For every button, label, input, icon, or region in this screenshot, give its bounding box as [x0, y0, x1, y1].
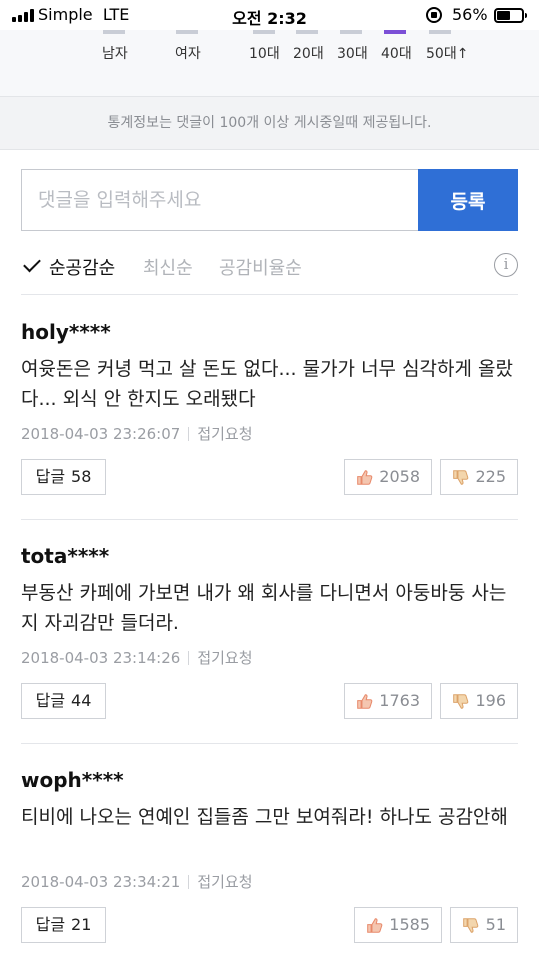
fold-request-link[interactable]: 접기요청 — [197, 425, 252, 443]
fold-request-link[interactable]: 접기요청 — [197, 649, 252, 667]
divider — [21, 294, 518, 295]
stat-label-10s: 10대 — [249, 46, 280, 62]
comment-author: woph**** — [21, 768, 124, 792]
reply-button[interactable]: 답글 44 — [21, 683, 106, 719]
reply-count: 44 — [71, 691, 92, 710]
like-button[interactable]: 2058 — [344, 459, 432, 495]
stat-label-female: 여자 — [175, 46, 201, 62]
reply-count: 21 — [71, 915, 92, 934]
comment-input[interactable] — [21, 169, 418, 231]
like-button[interactable]: 1763 — [344, 683, 432, 719]
reply-label: 답글 — [35, 467, 66, 486]
battery-icon — [494, 8, 527, 23]
like-count: 1763 — [379, 691, 420, 710]
dislike-button[interactable]: 225 — [440, 459, 518, 495]
comment-date: 2018-04-03 23:34:21 — [21, 873, 181, 891]
dislike-count: 225 — [475, 467, 506, 486]
thumbs-up-icon — [357, 694, 373, 709]
reply-label: 답글 — [35, 691, 66, 710]
reply-label: 답글 — [35, 915, 66, 934]
comment-meta: 2018-04-03 23:26:07 접기요청 — [21, 423, 253, 444]
stats-notice: 통계정보는 댓글이 100개 이상 게시중일때 제공됩니다. — [0, 96, 539, 150]
stat-label-50s: 50대↑ — [426, 46, 469, 62]
comment-text: 여윳돈은 커녕 먹고 살 돈도 없다... 물가가 너무 심각하게 올랐다...… — [21, 358, 513, 410]
battery-percent: 56% — [452, 5, 488, 24]
comment-text: 티비에 나오는 연예인 집들좀 그만 보여줘라! 하나도 공감안해 — [21, 806, 508, 828]
dislike-count: 196 — [475, 691, 506, 710]
thumbs-down-icon — [463, 918, 479, 933]
stat-label-male: 남자 — [102, 46, 128, 62]
stats-bars — [0, 30, 539, 34]
comment-text: 부동산 카페에 가보면 내가 왜 회사를 다니면서 아둥바둥 사는지 자괴감만 … — [21, 582, 507, 634]
check-icon — [23, 254, 41, 273]
comment-date: 2018-04-03 23:26:07 — [21, 425, 181, 443]
thumbs-up-icon — [367, 918, 383, 933]
reply-count: 58 — [71, 467, 92, 486]
like-button[interactable]: 1585 — [354, 907, 442, 943]
comment-item: woph**** 티비에 나오는 연예인 집들좀 그만 보여줘라! 하나도 공감… — [21, 744, 518, 968]
fold-request-link[interactable]: 접기요청 — [197, 873, 252, 891]
submit-button[interactable]: 등록 — [418, 169, 518, 231]
comment-meta: 2018-04-03 23:14:26 접기요청 — [21, 647, 253, 668]
reply-button[interactable]: 답글 58 — [21, 459, 106, 495]
comment-stats-chart: 남자 여자 10대 20대 30대 40대 50대↑ — [0, 30, 539, 96]
sort-tabs: 순공감순 최신순 공감비율순 i — [21, 250, 518, 282]
comment-item: holy**** 여윳돈은 커녕 먹고 살 돈도 없다... 물가가 너무 심각… — [21, 296, 518, 520]
thumbs-down-icon — [453, 694, 469, 709]
sort-tab-latest[interactable]: 최신순 — [143, 254, 193, 280]
status-bar: Simple LTE 오전 2:32 56% — [0, 0, 539, 30]
comment-form: 등록 — [21, 169, 518, 231]
stat-label-20s: 20대 — [293, 46, 324, 62]
like-count: 2058 — [379, 467, 420, 486]
stat-label-30s: 30대 — [337, 46, 368, 62]
info-icon[interactable]: i — [494, 253, 518, 277]
comment-meta: 2018-04-03 23:34:21 접기요청 — [21, 871, 253, 892]
comment-author: holy**** — [21, 320, 111, 344]
comment-date: 2018-04-03 23:14:26 — [21, 649, 181, 667]
sort-tab-likes[interactable]: 순공감순 — [49, 254, 115, 280]
dislike-button[interactable]: 51 — [450, 907, 518, 943]
dislike-count: 51 — [485, 915, 506, 934]
rotation-lock-icon — [426, 7, 442, 23]
thumbs-down-icon — [453, 470, 469, 485]
thumbs-up-icon — [357, 470, 373, 485]
dislike-button[interactable]: 196 — [440, 683, 518, 719]
sort-tab-ratio[interactable]: 공감비율순 — [219, 254, 302, 280]
comment-author: tota**** — [21, 544, 110, 568]
stat-label-40s: 40대 — [381, 46, 412, 62]
reply-button[interactable]: 답글 21 — [21, 907, 106, 943]
like-count: 1585 — [389, 915, 430, 934]
comment-item: tota**** 부동산 카페에 가보면 내가 왜 회사를 다니면서 아둥바둥 … — [21, 520, 518, 744]
